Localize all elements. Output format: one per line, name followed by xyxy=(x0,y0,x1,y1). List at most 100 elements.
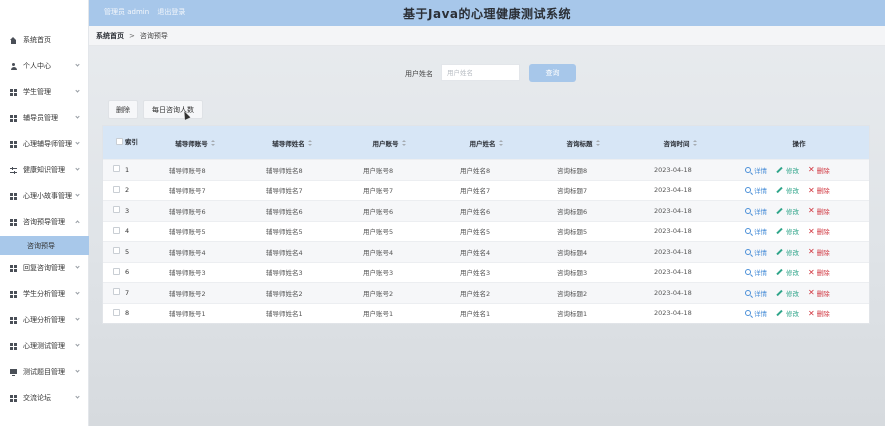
table-row[interactable]: 5 辅导师账号4 辅导师姓名4 用户账号4 用户姓名4 咨询标题4 2023-04-18 详情… xyxy=(103,241,869,262)
header-counselor-name[interactable]: 辅导师姓名 xyxy=(244,138,341,148)
edit-button[interactable]: 修改 xyxy=(776,206,799,216)
cell-time: 2023-04-18 xyxy=(654,165,692,174)
chevron-down-icon xyxy=(75,290,80,295)
detail-button[interactable]: 详情 xyxy=(745,308,767,318)
table-row[interactable]: 2 辅导师账号7 辅导师姓名7 用户账号7 用户姓名7 咨询标题7 2023-04-18 详情… xyxy=(103,179,869,200)
remove-button[interactable]: ✕ 删除 xyxy=(808,267,830,277)
detail-button[interactable]: 详情 xyxy=(745,185,767,195)
row-actions: 详情 修改 ✕ 删除 xyxy=(729,185,869,195)
sidebar-item-instructors[interactable]: 辅导员管理 xyxy=(0,105,89,131)
header-time[interactable]: 咨询时间 xyxy=(632,138,729,148)
row-checkbox[interactable] xyxy=(113,226,120,234)
table-row[interactable]: 1 辅导师账号8 辅导师姓名8 用户账号8 用户姓名8 咨询标题8 2023-04-18 详情… xyxy=(103,159,869,180)
remove-button[interactable]: ✕ 删除 xyxy=(808,185,830,195)
row-checkbox[interactable] xyxy=(113,185,120,193)
sidebar-item-questions[interactable]: 测试题目管理 xyxy=(0,359,89,385)
sidebar-item-home[interactable]: 系统首页 xyxy=(0,27,89,53)
sidebar-item-students[interactable]: 学生管理 xyxy=(0,79,89,105)
cell-time: 2023-04-18 xyxy=(654,206,692,215)
sidebar-item-forum[interactable]: 交流论坛 xyxy=(0,385,89,411)
header-user-account[interactable]: 用户账号 xyxy=(341,138,438,148)
sidebar-subitem-consultation[interactable]: 咨询预导 xyxy=(0,236,89,255)
remove-button[interactable]: ✕ 删除 xyxy=(808,288,830,298)
edit-button[interactable]: 修改 xyxy=(776,267,799,277)
detail-button[interactable]: 详情 xyxy=(745,206,767,216)
table-header: 索引 辅导师账号 辅导师姓名 用户账号 用户姓名 咨询标题 咨询时间 操作 xyxy=(103,126,869,159)
header-subject[interactable]: 咨询标题 xyxy=(535,138,632,148)
sidebar-item-stories[interactable]: 心理小故事管理 xyxy=(0,183,89,209)
cell-subject: 咨询标题1 xyxy=(557,310,588,319)
cell-time: 2023-04-18 xyxy=(654,227,692,236)
row-checkbox[interactable] xyxy=(113,206,120,214)
sidebar-item-profile[interactable]: 个人中心 xyxy=(0,53,89,79)
edit-button[interactable]: 修改 xyxy=(776,247,799,257)
detail-button[interactable]: 详情 xyxy=(745,288,767,298)
cell-time: 2023-04-18 xyxy=(654,268,692,277)
sidebar-item-psych-analysis[interactable]: 心理分析管理 xyxy=(0,307,89,333)
detail-button[interactable]: 详情 xyxy=(745,247,767,257)
pencil-icon xyxy=(776,310,783,317)
cell-counselor-name: 辅导师姓名7 xyxy=(266,187,303,196)
sidebar-item-psych-tests[interactable]: 心理测试管理 xyxy=(0,333,89,359)
table-row[interactable]: 8 辅导师账号1 辅导师姓名1 用户账号1 用户姓名1 咨询标题1 2023-04-18 详情… xyxy=(103,302,869,323)
sidebar-item-label: 心理辅导师管理 xyxy=(23,140,72,148)
row-checkbox[interactable] xyxy=(113,165,120,173)
edit-button[interactable]: 修改 xyxy=(776,288,799,298)
table-row[interactable]: 4 辅导师账号5 辅导师姓名5 用户账号5 用户姓名5 咨询标题5 2023-04-18 详情… xyxy=(103,220,869,241)
edit-button[interactable]: 修改 xyxy=(776,308,799,318)
sidebar-item-health-knowledge[interactable]: 健康知识管理 xyxy=(0,157,89,183)
row-checkbox[interactable] xyxy=(113,308,120,316)
header-label: 辅导师姓名 xyxy=(272,139,305,148)
search-icon xyxy=(745,228,751,235)
edit-label: 修改 xyxy=(786,310,799,319)
daily-count-button[interactable]: 每日咨询人数 xyxy=(143,100,203,119)
chevron-down-icon xyxy=(75,140,80,145)
edit-button[interactable]: 修改 xyxy=(776,226,799,236)
edit-button[interactable]: 修改 xyxy=(776,185,799,195)
search-icon xyxy=(745,207,751,214)
row-index: 1 xyxy=(125,165,130,174)
chevron-down-icon xyxy=(75,394,80,399)
cell-counselor-name: 辅导师姓名8 xyxy=(266,166,303,175)
row-actions: 详情 修改 ✕ 删除 xyxy=(729,267,869,277)
remove-label: 删除 xyxy=(816,310,830,319)
breadcrumb-separator: > xyxy=(129,31,135,40)
detail-label: 详情 xyxy=(754,269,767,278)
remove-button[interactable]: ✕ 删除 xyxy=(808,247,830,257)
remove-button[interactable]: ✕ 删除 xyxy=(808,206,830,216)
edit-button[interactable]: 修改 xyxy=(776,165,799,175)
remove-button[interactable]: ✕ 删除 xyxy=(808,165,830,175)
header-counselor-account[interactable]: 辅导师账号 xyxy=(147,138,244,148)
detail-label: 详情 xyxy=(754,207,767,216)
search-button[interactable]: 查询 xyxy=(529,64,576,82)
sidebar-item-replies[interactable]: 回复咨询管理 xyxy=(0,255,89,281)
sidebar-item-student-analysis[interactable]: 学生分析管理 xyxy=(0,281,89,307)
sidebar-item-counselors[interactable]: 心理辅导师管理 xyxy=(0,131,89,157)
chevron-down-icon xyxy=(75,114,80,119)
header-ops: 操作 xyxy=(792,139,806,148)
row-checkbox-cell xyxy=(103,165,125,174)
search-icon xyxy=(745,310,751,317)
remove-button[interactable]: ✕ 删除 xyxy=(808,226,830,236)
breadcrumb-home[interactable]: 系统首页 xyxy=(96,31,124,41)
sidebar-item-consultation[interactable]: 咨询预导管理 xyxy=(0,209,89,235)
select-all-checkbox[interactable] xyxy=(115,138,123,145)
row-checkbox[interactable] xyxy=(113,247,120,255)
detail-button[interactable]: 详情 xyxy=(745,165,767,175)
row-actions: 详情 修改 ✕ 删除 xyxy=(729,226,869,236)
table-row[interactable]: 6 辅导师账号3 辅导师姓名3 用户账号3 用户姓名3 咨询标题3 2023-04-18 详情… xyxy=(103,261,869,282)
row-checkbox[interactable] xyxy=(113,267,120,275)
remove-button[interactable]: ✕ 删除 xyxy=(808,308,830,318)
row-checkbox[interactable] xyxy=(113,288,120,296)
table-row[interactable]: 7 辅导师账号2 辅导师姓名2 用户账号2 用户姓名2 咨询标题2 2023-04-18 详情… xyxy=(103,282,869,303)
cell-subject: 咨询标题2 xyxy=(557,289,588,298)
chevron-down-icon xyxy=(75,342,80,347)
detail-label: 详情 xyxy=(754,187,767,196)
delete-button[interactable]: 删除 xyxy=(108,100,138,119)
detail-button[interactable]: 详情 xyxy=(745,226,767,236)
detail-button[interactable]: 详情 xyxy=(745,267,767,277)
detail-label: 详情 xyxy=(754,248,767,257)
header-user-name[interactable]: 用户姓名 xyxy=(438,138,535,148)
search-input[interactable] xyxy=(441,64,520,81)
table-row[interactable]: 3 辅导师账号6 辅导师姓名6 用户账号6 用户姓名6 咨询标题6 2023-04-18 详情… xyxy=(103,200,869,221)
